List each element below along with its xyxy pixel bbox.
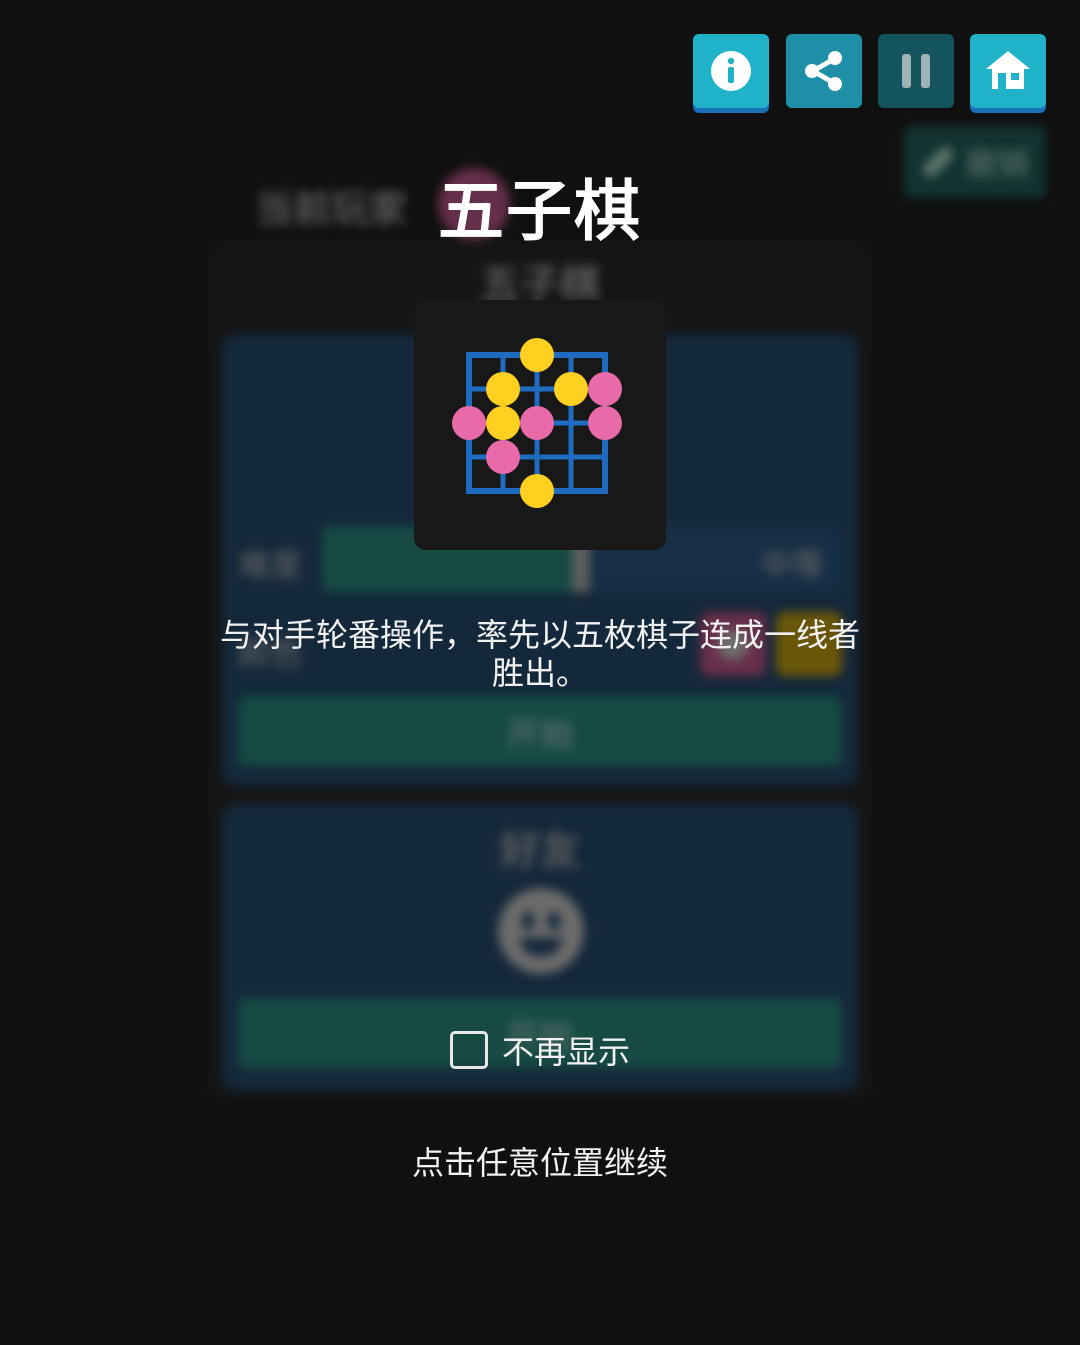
pause-icon <box>902 54 930 88</box>
pink-stone <box>588 372 622 406</box>
game-description: 与对手轮番操作，率先以五枚棋子连成一线者胜出。 <box>220 616 861 692</box>
yellow-stone <box>520 474 554 508</box>
smiley-mouth <box>520 938 562 956</box>
smiley-icon <box>498 888 584 974</box>
smiley-eye <box>548 912 560 930</box>
pause-button[interactable] <box>878 34 954 108</box>
yellow-stone <box>486 372 520 406</box>
game-screen[interactable]: 撤销 当前玩家 五子棋 难度 中等 颜色 开始 好友 开始 五子棋 与对手轮番操… <box>0 0 1080 1345</box>
info-button[interactable] <box>693 34 769 108</box>
yellow-stone <box>486 406 520 440</box>
difficulty-label: 难度 <box>238 546 303 584</box>
info-icon <box>711 51 751 91</box>
pink-stone <box>452 406 486 440</box>
yellow-stone <box>554 372 588 406</box>
share-icon <box>805 51 842 91</box>
dont-show-again-label: 不再显示 <box>502 1033 631 1071</box>
smiley-eye <box>522 912 534 930</box>
yellow-stone <box>520 338 554 372</box>
game-logo-card <box>414 300 666 550</box>
gomoku-board-icon <box>452 338 622 508</box>
pink-stone <box>520 406 554 440</box>
game-title: 五子棋 <box>438 173 642 250</box>
computer-start-button: 开始 <box>238 696 842 766</box>
home-icon <box>986 51 1030 89</box>
pink-stone <box>588 406 622 440</box>
home-button[interactable] <box>970 34 1046 108</box>
share-button[interactable] <box>786 34 862 108</box>
dont-show-again-checkbox[interactable]: 不再显示 <box>450 1030 631 1071</box>
friend-mode-title: 好友 <box>500 828 580 874</box>
computer-start-label: 开始 <box>506 714 574 755</box>
board-stones <box>452 338 622 508</box>
pink-stone <box>486 440 520 474</box>
difficulty-value: 中等 <box>760 546 825 584</box>
tap-to-continue-hint: 点击任意位置继续 <box>411 1144 668 1182</box>
checkbox-box[interactable] <box>450 1031 488 1069</box>
